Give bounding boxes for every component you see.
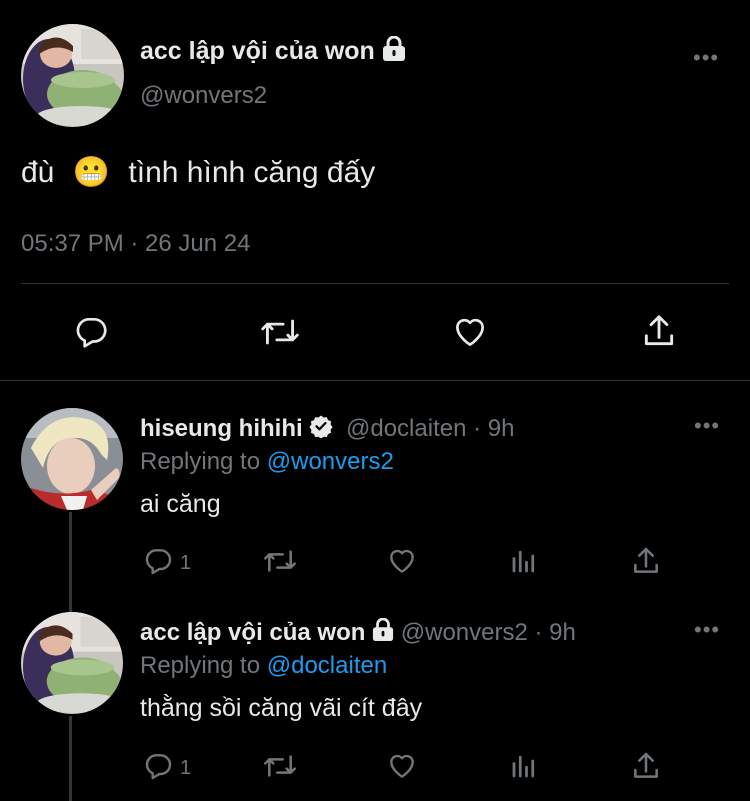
more-options-icon[interactable]: ••• xyxy=(694,415,720,437)
author-handle[interactable]: @wonvers2 xyxy=(140,82,267,110)
author-handle[interactable]: @doclaiten xyxy=(346,415,466,442)
thread-line xyxy=(69,512,72,618)
reply-icon[interactable] xyxy=(142,545,174,577)
reply-icon[interactable] xyxy=(142,750,174,782)
tweet-text: đù 😬 tình hình căng đấy xyxy=(21,155,375,191)
like-icon[interactable] xyxy=(385,545,419,577)
more-options-icon[interactable]: ••• xyxy=(693,47,719,69)
tweet-timestamp[interactable]: 05:37 PM · 26 Jun 24 xyxy=(21,230,250,258)
like-icon[interactable] xyxy=(385,750,419,782)
retweet-icon[interactable] xyxy=(258,313,302,351)
views-icon[interactable] xyxy=(509,750,539,782)
reply-count: 1 xyxy=(180,757,192,779)
share-icon[interactable] xyxy=(640,311,678,351)
author-handle[interactable]: @wonvers2 xyxy=(401,619,528,646)
reply-header: hiseung hihihi @doclaiten · 9h xyxy=(140,414,514,445)
thread-line xyxy=(69,716,72,801)
reply-time[interactable]: · 9h xyxy=(473,415,514,442)
lock-icon xyxy=(372,617,394,649)
replying-to-label: Replying to xyxy=(140,652,261,679)
replying-to: Replying to @doclaiten xyxy=(140,652,387,680)
reply-icon[interactable] xyxy=(72,313,110,351)
mention-link[interactable]: @wonvers2 xyxy=(267,448,394,475)
lock-icon xyxy=(382,35,406,69)
avatar-wonvers2[interactable] xyxy=(21,24,124,127)
reply-text: thằng sồi căng vãi cít đây xyxy=(140,694,423,722)
divider xyxy=(21,283,729,284)
retweet-icon[interactable] xyxy=(261,750,299,782)
avatar-wonvers2[interactable] xyxy=(21,612,123,714)
views-icon[interactable] xyxy=(509,545,539,577)
display-name[interactable]: acc lập vội của won xyxy=(140,619,365,646)
more-options-icon[interactable]: ••• xyxy=(694,619,720,641)
grimacing-emoji: 😬 xyxy=(72,156,111,189)
section-divider xyxy=(0,380,750,381)
tweet-text-end: tình hình căng đấy xyxy=(128,156,376,189)
display-name[interactable]: acc lập vội của won xyxy=(140,37,375,65)
reply-header: acc lập vội của won @wonvers2 · 9h xyxy=(140,617,576,649)
replying-to-label: Replying to xyxy=(140,448,261,475)
author-name[interactable]: acc lập vội của won xyxy=(140,35,406,69)
retweet-icon[interactable] xyxy=(261,545,299,577)
like-icon[interactable] xyxy=(450,313,490,351)
share-icon[interactable] xyxy=(630,749,662,783)
replying-to: Replying to @wonvers2 xyxy=(140,448,394,476)
reply-time[interactable]: · 9h xyxy=(535,619,576,646)
reply-text: ai căng xyxy=(140,490,221,518)
share-icon[interactable] xyxy=(630,544,662,578)
avatar-doclaiten[interactable] xyxy=(21,408,123,510)
display-name[interactable]: hiseung hihihi xyxy=(140,415,303,442)
verified-badge-icon xyxy=(309,414,333,445)
mention-link[interactable]: @doclaiten xyxy=(267,652,387,679)
tweet-text-start: đù xyxy=(21,156,55,189)
reply-count: 1 xyxy=(180,552,192,574)
